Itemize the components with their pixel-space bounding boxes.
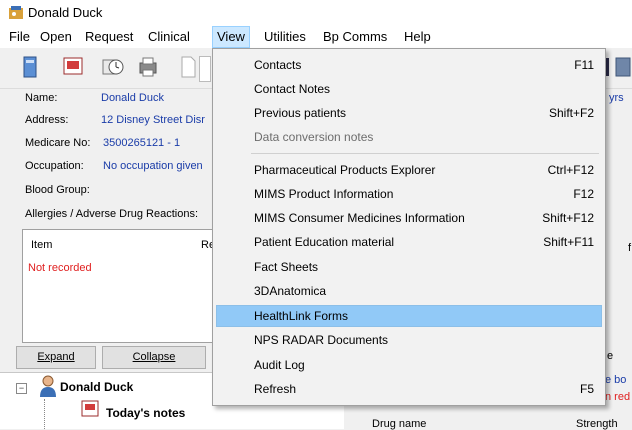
menu-item-shortcut: F11 bbox=[574, 58, 594, 72]
menu-item-label: HealthLink Forms bbox=[254, 309, 349, 323]
not-recorded-text: Not recorded bbox=[28, 262, 92, 274]
tree-patient-name[interactable]: Donald Duck bbox=[60, 380, 133, 394]
menu-item-3danatomica[interactable]: 3DAnatomica bbox=[216, 280, 602, 302]
menu-file[interactable]: File bbox=[9, 29, 30, 44]
collapse-button[interactable]: Collapse bbox=[102, 346, 206, 369]
menu-item-pharmaceutical-products-explorer[interactable]: Pharmaceutical Products Explorer Ctrl+F1… bbox=[216, 159, 602, 181]
address-value: 12 Disney Street Disr bbox=[101, 114, 205, 126]
medicare-label: Medicare No: bbox=[25, 137, 91, 149]
tree-line bbox=[44, 399, 46, 429]
menu-item-contact-notes[interactable]: Contact Notes bbox=[216, 78, 602, 100]
patient-avatar-icon bbox=[40, 375, 56, 397]
record-icon[interactable] bbox=[62, 55, 84, 79]
menu-item-label: MIMS Consumer Medicines Information bbox=[254, 211, 465, 225]
menu-item-label: 3DAnatomica bbox=[254, 284, 327, 298]
expand-button[interactable]: Expand bbox=[16, 346, 96, 369]
right-column-fragment: f bbox=[628, 242, 632, 254]
allergies-label: Allergies / Adverse Drug Reactions: bbox=[25, 208, 199, 220]
menu-item-shortcut: Shift+F11 bbox=[543, 235, 594, 249]
name-label: Name: bbox=[25, 92, 58, 104]
toolbar-icon-right-2[interactable] bbox=[614, 55, 632, 79]
menu-item-label: Refresh bbox=[254, 382, 297, 396]
medicare-value: 3500265121 - 1 bbox=[103, 137, 181, 149]
right-fragment-e: e bbox=[607, 350, 614, 362]
menu-view[interactable]: View bbox=[212, 26, 250, 48]
toolbar-button-partial[interactable] bbox=[199, 56, 211, 82]
drug-name-header[interactable]: Drug name bbox=[372, 418, 426, 430]
name-value: Donald Duck bbox=[101, 92, 164, 104]
menu-item-label: Fact Sheets bbox=[254, 260, 319, 274]
menu-item-audit-log[interactable]: Audit Log bbox=[216, 354, 602, 376]
menu-item-patient-education-material[interactable]: Patient Education material Shift+F11 bbox=[216, 231, 602, 253]
menu-item-label: Contacts bbox=[254, 58, 302, 72]
menu-item-label: Audit Log bbox=[254, 358, 305, 372]
menu-bp-comms[interactable]: Bp Comms bbox=[323, 29, 387, 44]
menu-item-label: Pharmaceutical Products Explorer bbox=[254, 163, 436, 177]
menu-utilities[interactable]: Utilities bbox=[264, 29, 306, 44]
print-icon[interactable] bbox=[137, 55, 159, 79]
menu-bar: File Open Request Clinical View Utilitie… bbox=[0, 26, 632, 48]
app-icon bbox=[9, 6, 23, 19]
menu-item-shortcut: Shift+F12 bbox=[542, 211, 594, 225]
blood-group-label: Blood Group: bbox=[25, 184, 90, 196]
menu-item-shortcut: F12 bbox=[573, 187, 594, 201]
window-title: Donald Duck bbox=[28, 5, 103, 20]
menu-open[interactable]: Open bbox=[40, 29, 72, 44]
patient-file-icon[interactable] bbox=[20, 55, 42, 79]
menu-item-mims-product-information[interactable]: MIMS Product Information F12 bbox=[216, 183, 602, 205]
menu-separator bbox=[251, 153, 599, 154]
tree-todays-notes[interactable]: Today's notes bbox=[106, 406, 185, 420]
right-fragment-red: n red bbox=[605, 391, 631, 403]
menu-item-contacts[interactable]: Contacts F11 bbox=[216, 54, 602, 76]
strength-header[interactable]: Strength bbox=[576, 418, 618, 430]
menu-item-label: Contact Notes bbox=[254, 82, 331, 96]
menu-help[interactable]: Help bbox=[404, 29, 431, 44]
menu-item-label: Data conversion notes bbox=[254, 130, 374, 144]
menu-item-shortcut: F5 bbox=[579, 382, 594, 396]
menu-item-shortcut: Ctrl+F12 bbox=[547, 163, 594, 177]
notes-icon bbox=[81, 400, 99, 417]
menu-item-shortcut: Shift+F2 bbox=[548, 106, 594, 120]
menu-item-previous-patients[interactable]: Previous patients Shift+F2 bbox=[216, 102, 602, 124]
right-fragment-bo: e bo bbox=[605, 374, 627, 386]
new-document-icon[interactable] bbox=[177, 55, 199, 79]
view-menu-dropdown: Contacts F11 Contact Notes Previous pati… bbox=[212, 48, 606, 406]
menu-item-fact-sheets[interactable]: Fact Sheets bbox=[216, 256, 602, 278]
title-bar: Donald Duck bbox=[0, 0, 632, 26]
tree-collapse-toggle[interactable]: − bbox=[16, 383, 27, 394]
menu-item-label: Previous patients bbox=[254, 106, 347, 120]
menu-item-label: NPS RADAR Documents bbox=[254, 333, 389, 347]
occupation-value: No occupation given bbox=[103, 160, 203, 172]
menu-item-data-conversion-notes: Data conversion notes bbox=[216, 126, 602, 148]
age-fragment: yrs bbox=[609, 92, 624, 104]
menu-request[interactable]: Request bbox=[85, 29, 133, 44]
menu-item-label: Patient Education material bbox=[254, 235, 395, 249]
menu-item-nps-radar-documents[interactable]: NPS RADAR Documents bbox=[216, 329, 602, 351]
menu-clinical[interactable]: Clinical bbox=[148, 29, 190, 44]
address-label: Address: bbox=[25, 114, 69, 126]
occupation-label: Occupation: bbox=[25, 160, 84, 172]
menu-item-mims-consumer-medicines-information[interactable]: MIMS Consumer Medicines Information Shif… bbox=[216, 207, 602, 229]
menu-item-label: MIMS Product Information bbox=[254, 187, 394, 201]
allergy-table: Item Re Not recorded bbox=[22, 229, 226, 343]
menu-item-healthlink-forms[interactable]: HealthLink Forms bbox=[216, 305, 602, 327]
appointment-clock-icon[interactable] bbox=[102, 55, 124, 79]
menu-item-refresh[interactable]: Refresh F5 bbox=[216, 378, 602, 400]
allergy-item-header[interactable]: Item bbox=[31, 239, 52, 251]
